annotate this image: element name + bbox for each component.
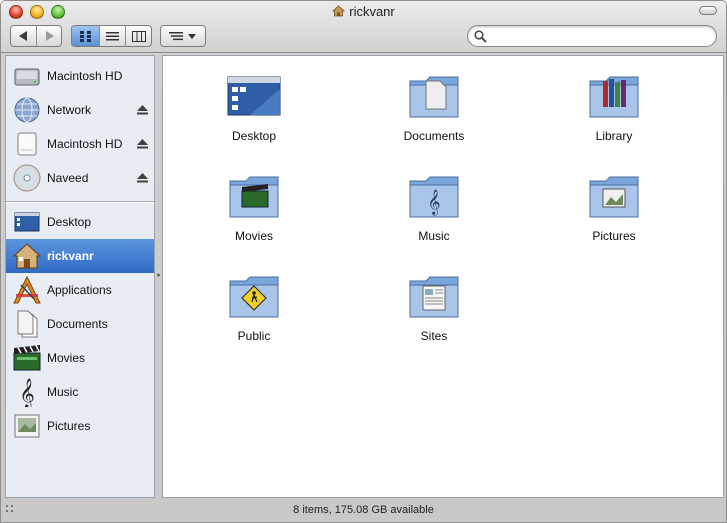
- sidebar-item-label: Applications: [47, 283, 112, 297]
- sidebar-item-label: Macintosh HD: [47, 137, 123, 151]
- pictures-icon: [14, 414, 40, 438]
- sidebar-item-applications[interactable]: Applications: [6, 273, 154, 307]
- content-item-movies[interactable]: Movies: [194, 159, 314, 249]
- svg-text:𝄞: 𝄞: [19, 378, 34, 407]
- sites-folder-icon: [409, 276, 459, 318]
- music-icon: 𝄞: [19, 378, 34, 407]
- sidebar-item-home[interactable]: rickvanr: [6, 239, 154, 273]
- sidebar-item-label: Naveed: [47, 171, 89, 185]
- sidebar-item-desktop[interactable]: Desktop: [6, 205, 154, 239]
- content-item-public[interactable]: Public: [194, 259, 314, 349]
- sidebar-item-pictures[interactable]: Pictures: [6, 409, 154, 443]
- column-view-button[interactable]: [125, 26, 151, 46]
- search-icon: [474, 30, 487, 43]
- svg-text:𝄞: 𝄞: [427, 189, 440, 215]
- arrow-right-icon: [46, 31, 55, 41]
- home-icon: [12, 243, 42, 269]
- applications-icon: [13, 275, 41, 304]
- home-icon: [332, 5, 346, 17]
- status-text: 8 items, 175.08 GB available: [293, 504, 434, 516]
- arrange-button[interactable]: [160, 25, 206, 47]
- desktop-icon: [14, 212, 40, 232]
- content-item-music[interactable]: 𝄞 Music: [374, 159, 494, 249]
- title-bar: rickvanr: [1, 1, 726, 53]
- item-label: Documents: [403, 129, 465, 143]
- sidebar: Macintosh HD Network Macintosh HD Naveed…: [5, 55, 155, 498]
- sidebar-item-label: rickvanr: [47, 249, 94, 263]
- eject-icon[interactable]: [137, 139, 148, 149]
- content-item-library[interactable]: Library: [554, 59, 674, 149]
- search-field[interactable]: [467, 25, 717, 47]
- content-item-desktop[interactable]: Desktop: [194, 59, 314, 149]
- item-label: Music: [418, 229, 450, 243]
- content-item-pictures[interactable]: Pictures: [554, 159, 674, 249]
- sidebar-item-macintosh-hd[interactable]: Macintosh HD: [6, 59, 154, 93]
- icon-view-icon: [80, 30, 91, 42]
- network-globe-icon: [14, 97, 40, 123]
- eject-icon[interactable]: [137, 105, 148, 115]
- status-bar: 8 items, 175.08 GB available: [1, 500, 726, 522]
- cd-disc-icon: [13, 164, 41, 192]
- sidebar-item-movies[interactable]: Movies: [6, 341, 154, 375]
- window-title: rickvanr: [1, 4, 726, 19]
- icon-view-button[interactable]: [72, 26, 99, 46]
- toolbar-toggle-button[interactable]: [699, 6, 717, 15]
- sidebar-item-label: Desktop: [47, 215, 92, 229]
- arrow-left-icon: [18, 31, 27, 41]
- movies-icon: [13, 345, 41, 371]
- hard-drive-icon: [14, 68, 40, 86]
- item-label: Movies: [234, 229, 273, 243]
- content-item-sites[interactable]: Sites: [374, 259, 494, 349]
- public-folder-icon: [229, 276, 279, 318]
- sidebar-item-music[interactable]: 𝄞 Music: [6, 375, 154, 409]
- column-view-icon: [131, 30, 146, 42]
- finder-window: rickvanr Macintosh HD Network Macintosh …: [0, 0, 727, 523]
- sidebar-item-label: Pictures: [47, 419, 91, 433]
- item-label: Sites: [420, 329, 448, 343]
- pictures-folder-icon: [589, 176, 639, 218]
- item-label: Public: [237, 329, 271, 343]
- sidebar-item-label: Music: [47, 385, 79, 399]
- back-button[interactable]: [11, 26, 36, 46]
- sidebar-item-label: Macintosh HD: [47, 69, 123, 83]
- sidebar-splitter-handle[interactable]: [156, 271, 161, 279]
- sidebar-item-documents[interactable]: Documents: [6, 307, 154, 341]
- external-drive-icon: [17, 132, 37, 156]
- sidebar-divider: [6, 201, 154, 203]
- documents-icon: [17, 310, 38, 338]
- sidebar-item-network[interactable]: Network: [6, 93, 154, 127]
- sidebar-item-label: Movies: [47, 351, 86, 365]
- movies-folder-icon: [229, 176, 279, 218]
- sidebar-item-naveed[interactable]: Naveed: [6, 161, 154, 195]
- item-label: Pictures: [592, 229, 636, 243]
- sidebar-item-macintosh-hd-external[interactable]: Macintosh HD: [6, 127, 154, 161]
- sidebar-item-label: Network: [47, 103, 92, 117]
- arrange-icon: [169, 32, 196, 41]
- desktop-folder-icon: [227, 76, 281, 116]
- back-forward-control: [10, 25, 62, 47]
- sidebar-item-label: Documents: [47, 317, 108, 331]
- view-mode-control: [71, 25, 152, 47]
- search-input[interactable]: [490, 28, 708, 44]
- library-folder-icon: [589, 76, 639, 118]
- item-label: Library: [595, 129, 633, 143]
- list-view-icon: [106, 31, 119, 40]
- item-label: Desktop: [231, 129, 277, 143]
- file-browser-content: Desktop Documents Library Movies 𝄞 Music…: [162, 55, 724, 498]
- documents-folder-icon: [409, 76, 459, 118]
- eject-icon[interactable]: [137, 173, 148, 183]
- content-item-documents[interactable]: Documents: [374, 59, 494, 149]
- forward-button[interactable]: [36, 26, 61, 46]
- list-view-button[interactable]: [99, 26, 125, 46]
- window-title-text: rickvanr: [349, 4, 395, 19]
- music-folder-icon: 𝄞: [409, 176, 459, 218]
